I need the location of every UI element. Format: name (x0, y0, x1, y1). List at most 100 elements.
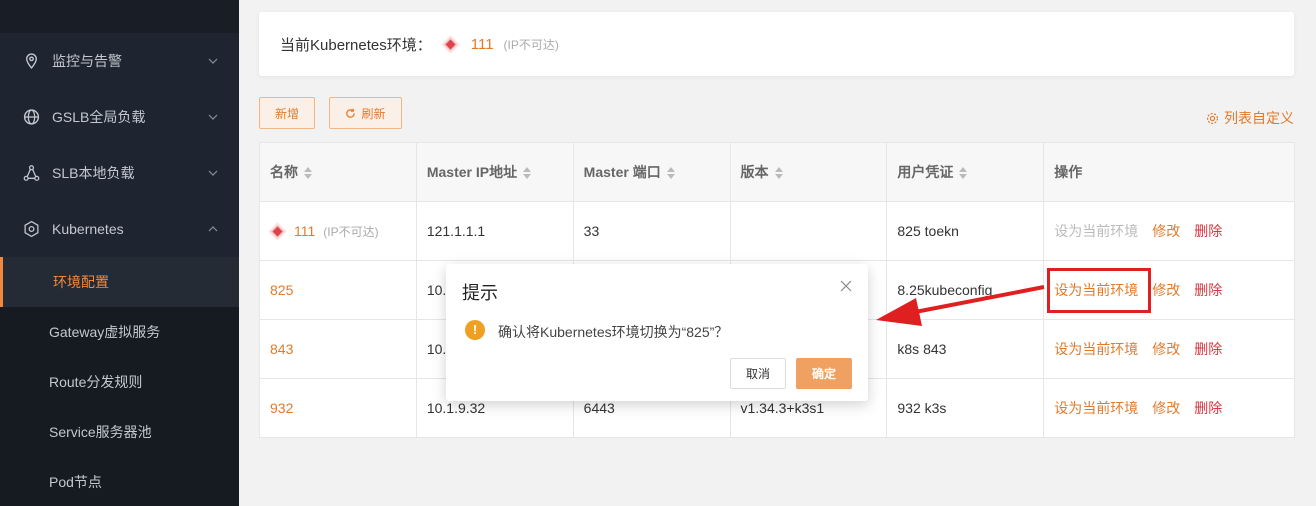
confirm-dialog: 提示 ! 确认将Kubernetes环境切换为“825”？ 取消 确定 (446, 264, 868, 401)
submenu-env-config[interactable]: 环境配置 (0, 257, 239, 307)
current-env-note: (IP不可达) (503, 37, 559, 52)
delete-button[interactable]: 删除 (1194, 341, 1222, 357)
current-env-label: 当前Kubernetes环境： (280, 36, 432, 54)
submenu-env-config-label: 环境配置 (53, 274, 109, 290)
column-header-version[interactable]: 版本 (729, 142, 888, 202)
column-customize-link[interactable]: 列表自定义 (1206, 108, 1294, 128)
submenu-pod[interactable]: Pod节点 (0, 457, 239, 506)
chevron-down-icon (208, 170, 218, 176)
column-header-port[interactable]: Master 端口 (572, 142, 731, 202)
submenu-pod-label: Pod节点 (49, 474, 102, 490)
menu-kubernetes-label: Kubernetes (52, 221, 124, 237)
delete-button[interactable]: 删除 (1194, 400, 1222, 416)
annotation-highlight-box (1047, 268, 1151, 313)
header-label: Master 端口 (583, 164, 661, 180)
main-content: 当前Kubernetes环境： 111 (IP不可达) 新增 刷新 列表自定义 … (239, 0, 1316, 506)
column-customize-label: 列表自定义 (1224, 110, 1294, 126)
cell-actions: 设为当前环境 修改 删除 (1043, 319, 1295, 379)
edit-button[interactable]: 修改 (1152, 400, 1180, 416)
submenu-gateway[interactable]: Gateway虚拟服务 (0, 307, 239, 357)
refresh-button[interactable]: 刷新 (329, 97, 402, 129)
sort-icon[interactable] (774, 167, 783, 180)
edit-button[interactable]: 修改 (1152, 223, 1180, 239)
cancel-button-label: 取消 (745, 367, 770, 381)
globe-icon (23, 109, 40, 125)
chevron-down-icon (208, 114, 218, 120)
dialog-title: 提示 (462, 283, 498, 303)
env-name-link[interactable]: 932 (270, 400, 293, 416)
confirm-button[interactable]: 确定 (796, 358, 852, 389)
table-header-row: 名称 Master IP地址 Master 端口 版本 用户凭证 操作 (259, 142, 1295, 202)
sidebar-top (0, 0, 239, 33)
menu-slb[interactable]: SLB本地负载 (0, 145, 239, 201)
chevron-down-icon (208, 58, 218, 64)
header-label: 用户凭证 (897, 164, 954, 180)
sort-icon[interactable] (666, 167, 675, 180)
chevron-up-icon (208, 226, 218, 232)
submenu-route[interactable]: Route分发规则 (0, 357, 239, 407)
add-button[interactable]: 新增 (259, 97, 315, 129)
cell-name: 843 (259, 319, 417, 379)
submenu-gateway-label: Gateway虚拟服务 (49, 324, 161, 340)
cell-actions: 设为当前环境 修改 删除 (1043, 378, 1295, 438)
set-current-env-button: 设为当前环境 (1054, 223, 1139, 239)
cell-name: 111 (IP不可达) (259, 201, 417, 261)
gear-icon (1206, 112, 1219, 124)
cancel-button[interactable]: 取消 (730, 358, 786, 389)
env-note: (IP不可达) (323, 224, 379, 239)
edit-button[interactable]: 修改 (1152, 282, 1180, 298)
cell-version (729, 201, 888, 261)
delete-button[interactable]: 删除 (1194, 223, 1222, 239)
env-status-icon (443, 37, 457, 51)
set-current-env-button[interactable]: 设为当前环境 (1054, 400, 1138, 416)
confirm-button-label: 确定 (811, 367, 836, 381)
header-label: Master IP地址 (426, 164, 518, 180)
cell-port: 33 (572, 201, 731, 261)
add-button-label: 新增 (274, 106, 299, 121)
edit-button[interactable]: 修改 (1152, 341, 1180, 357)
close-icon[interactable] (840, 280, 852, 292)
menu-monitoring[interactable]: 监控与告警 (0, 33, 239, 89)
cell-credential: 932 k3s (886, 378, 1045, 438)
column-header-actions: 操作 (1043, 142, 1295, 202)
delete-button[interactable]: 删除 (1194, 282, 1222, 298)
menu-slb-label: SLB本地负载 (52, 165, 135, 181)
current-env-name: 111 (470, 35, 494, 53)
header-label: 版本 (740, 164, 769, 180)
column-header-ip[interactable]: Master IP地址 (415, 142, 574, 202)
cell-name: 825 (259, 260, 417, 320)
column-header-name[interactable]: 名称 (259, 142, 417, 202)
dialog-message: 确认将Kubernetes环境切换为“825”？ (498, 324, 729, 340)
submenu-service[interactable]: Service服务器池 (0, 407, 239, 457)
env-name-link[interactable]: 843 (270, 341, 293, 357)
warning-icon: ! (465, 320, 485, 340)
header-label: 操作 (1054, 164, 1083, 180)
sort-icon[interactable] (523, 167, 532, 180)
refresh-button-label: 刷新 (361, 106, 386, 121)
cell-ip: 121.1.1.1 (415, 201, 574, 261)
env-name-link[interactable]: 111 (294, 223, 315, 239)
table-row: 111 (IP不可达) 121.1.1.1 33 825 toekn 设为当前环境… (259, 201, 1295, 261)
submenu-service-label: Service服务器池 (49, 424, 152, 440)
kubernetes-icon (24, 220, 39, 238)
sort-icon[interactable] (304, 167, 312, 180)
nodes-icon (23, 165, 40, 181)
location-pin-icon (26, 53, 37, 69)
refresh-icon (346, 108, 356, 118)
header-label: 名称 (270, 164, 298, 180)
cell-credential: 825 toekn (886, 201, 1045, 261)
cell-name: 932 (259, 378, 417, 438)
menu-kubernetes[interactable]: Kubernetes (0, 201, 239, 257)
env-name-link[interactable]: 825 (270, 282, 293, 298)
column-header-credential[interactable]: 用户凭证 (886, 142, 1045, 202)
menu-monitoring-label: 监控与告警 (52, 53, 122, 69)
set-current-env-button[interactable]: 设为当前环境 (1054, 341, 1138, 357)
menu-gslb-label: GSLB全局负载 (52, 109, 146, 125)
sidebar: 监控与告警 GSLB全局负载 SLB本地负载 Kubernetes 环境配置 G… (0, 0, 239, 506)
annotation-arrow-icon (876, 285, 1045, 326)
submenu-route-label: Route分发规则 (49, 374, 143, 390)
cell-actions: 设为当前环境 修改 删除 (1043, 201, 1295, 261)
current-env-card: 当前Kubernetes环境： 111 (IP不可达) (259, 12, 1294, 76)
sort-icon[interactable] (959, 167, 968, 180)
menu-gslb[interactable]: GSLB全局负载 (0, 89, 239, 145)
